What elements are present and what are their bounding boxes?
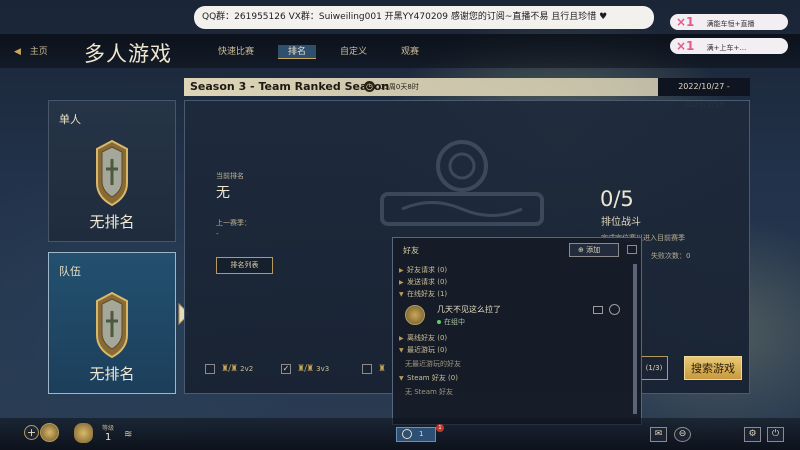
- level-label: 等级: [102, 425, 115, 432]
- notification-badge: 1: [436, 424, 444, 432]
- clock-icon: ◷: [364, 81, 375, 92]
- mode-tabs: 快速比赛 排名 自定义 观赛: [208, 45, 443, 59]
- card-label: 队伍: [59, 265, 81, 278]
- minimize-icon[interactable]: [627, 245, 637, 254]
- gift-text: 满能车恒+直播: [706, 20, 755, 28]
- chat-bubble-icon[interactable]: ⊖: [674, 427, 691, 442]
- tab-spectate[interactable]: 观赛: [391, 45, 429, 59]
- add-party-button[interactable]: +: [24, 425, 39, 440]
- placement-battle-label: 排位战斗: [601, 217, 641, 228]
- friend-row[interactable]: 几天不见这么拉了 在组中: [399, 300, 631, 332]
- season-time-left: 15周0天8时: [380, 83, 419, 91]
- player-avatar[interactable]: [40, 423, 59, 442]
- players-icon: ♜/♜: [297, 364, 314, 374]
- mode-checkbox[interactable]: [362, 364, 372, 374]
- mail-icon[interactable]: ✉: [650, 427, 667, 442]
- mode-3v3-option[interactable]: ✓ ♜/♜ 3v3: [281, 363, 329, 375]
- section-label: 在线好友 (1): [407, 290, 448, 298]
- stream-gift-2: ×1 满+上车+…: [670, 38, 788, 54]
- back-button[interactable]: ◀ 主页: [14, 44, 48, 57]
- team-ranked-card[interactable]: 队伍 无排名: [48, 252, 176, 394]
- section-label: 离线好友 (0): [407, 334, 448, 342]
- placement-battle-count: 0/5: [600, 187, 634, 211]
- season-title: Season 3 - Team Ranked Season: [190, 80, 390, 93]
- last-season-label: 上一赛季：: [216, 219, 251, 227]
- online-dot-icon: [437, 320, 441, 324]
- section-label: Steam 好友 (0): [407, 374, 458, 382]
- friends-scrollbar[interactable]: [633, 264, 637, 414]
- current-rank-label: 当前排名: [216, 172, 244, 180]
- tab-custom[interactable]: 自定义: [330, 45, 377, 59]
- rank-shield-icon: [96, 291, 128, 359]
- section-label: 好友请求 (0): [407, 266, 448, 274]
- last-season-value: -: [216, 230, 219, 238]
- season-dates: 2022/10/27 - 2023/2/16: [658, 78, 750, 109]
- player-rank-badge: [74, 423, 93, 443]
- gift-multiplier: ×1: [676, 15, 695, 29]
- tab-quick-match[interactable]: 快速比赛: [208, 45, 264, 59]
- mode-2v2-option[interactable]: ♜/♜ 2v2: [205, 363, 253, 375]
- friend-avatar: [405, 305, 425, 325]
- message-icon[interactable]: [593, 306, 603, 314]
- page-title: 多人游戏: [84, 42, 172, 66]
- section-label: 发送请求 (0): [407, 278, 448, 286]
- friend-status: 在组中: [437, 317, 465, 327]
- mode-label: 2v2: [240, 365, 254, 373]
- add-friend-icon: ⊕: [578, 246, 587, 254]
- gift-text: 满+上车+…: [706, 44, 747, 52]
- mode-checkbox[interactable]: [205, 364, 215, 374]
- solo-ranked-card[interactable]: 单人 无排名: [48, 100, 176, 242]
- section-offline-friends[interactable]: ▶ 离线好友 (0): [399, 332, 631, 344]
- losses-count: 失败次数：0: [651, 252, 691, 260]
- stream-overlay-banner: QQ群：261955126 VX群：Suiweiling001 开黑YY4702…: [194, 6, 654, 29]
- players-icon: ♜/♜: [221, 364, 238, 374]
- no-recent-text: 无最近游玩的好友: [405, 360, 461, 368]
- friends-panel: 好友 ⊕ 添加 ▶ 好友请求 (0) ▶ 发送请求 (0) ▼ 在线好友 (1) 几天…: [392, 237, 642, 425]
- rank-list-button[interactable]: 排名列表: [216, 257, 273, 274]
- players-icon: ♜: [378, 364, 386, 374]
- game-logo-emblem: [380, 140, 544, 226]
- friend-name: 几天不见这么拉了: [437, 305, 501, 314]
- invite-icon[interactable]: [609, 304, 620, 315]
- section-friend-requests[interactable]: ▶ 好友请求 (0): [399, 264, 631, 276]
- friends-list: ▶ 好友请求 (0) ▶ 发送请求 (0) ▼ 在线好友 (1) 几天不见这么拉了 在…: [399, 264, 631, 400]
- solo-rank-status: 无排名: [89, 213, 135, 231]
- mode-label: 3v3: [316, 365, 330, 373]
- no-steam-text: 无 Steam 好友: [405, 388, 454, 396]
- back-label: 主页: [29, 47, 48, 57]
- section-label: 最近游玩 (0): [407, 346, 448, 354]
- team-rank-status: 无排名: [89, 365, 135, 383]
- section-steam-friends[interactable]: ▼ Steam 好友 (0): [399, 372, 631, 384]
- level-value: 1: [105, 432, 112, 443]
- search-game-button[interactable]: 搜索游戏: [684, 356, 742, 380]
- section-online-friends[interactable]: ▼ 在线好友 (1): [399, 288, 631, 300]
- friends-title: 好友: [403, 246, 419, 255]
- chat-icon: [402, 429, 412, 439]
- add-friend-label: 添加: [586, 246, 601, 254]
- mode-checkbox[interactable]: ✓: [281, 364, 291, 374]
- current-rank-value: 无: [216, 185, 230, 201]
- friend-status-text: 在组中: [444, 318, 465, 326]
- card-label: 单人: [59, 113, 81, 126]
- mode-4v4-option[interactable]: ♜: [362, 363, 388, 375]
- section-sent-requests[interactable]: ▶ 发送请求 (0): [399, 276, 631, 288]
- wifi-icon: ≋: [124, 429, 133, 440]
- queue-status-button[interactable]: (1/3): [640, 356, 668, 380]
- gift-multiplier: ×1: [676, 39, 695, 53]
- add-friend-button[interactable]: ⊕ 添加: [569, 243, 619, 257]
- power-icon[interactable]: ⏻: [767, 427, 784, 442]
- back-arrow-icon: ◀: [14, 47, 21, 57]
- tab-ranked[interactable]: 排名: [278, 45, 317, 59]
- season-bar: Season 3 - Team Ranked Season ◷ 15周0天8时 …: [184, 78, 750, 109]
- settings-icon[interactable]: ⚙: [744, 427, 761, 442]
- section-recent-played[interactable]: ▼ 最近游玩 (0): [399, 344, 631, 356]
- rank-shield-icon: [96, 139, 128, 207]
- stream-gift-1: ×1 满能车恒+直播: [670, 14, 788, 30]
